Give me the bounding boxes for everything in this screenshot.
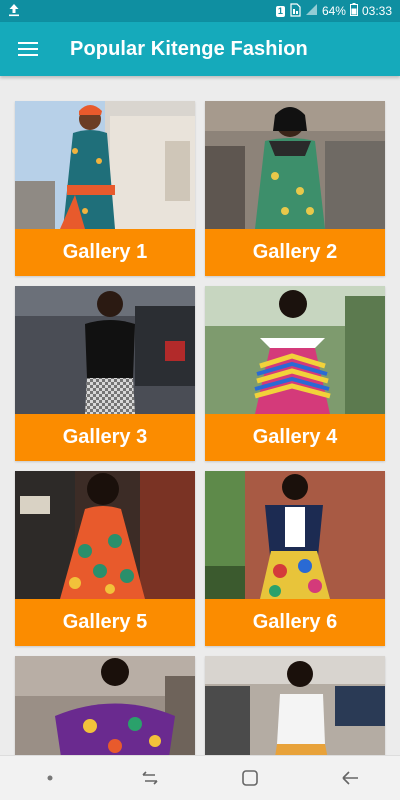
upload-icon	[8, 3, 20, 20]
battery-icon	[349, 3, 358, 19]
gallery-label: Gallery 4	[205, 414, 385, 461]
dot-icon[interactable]	[26, 758, 74, 798]
status-bar: 1 64% 03:33	[0, 0, 400, 22]
page-title: Popular Kitenge Fashion	[70, 37, 308, 60]
gallery-label: Gallery 3	[15, 414, 195, 461]
gallery-label: Gallery 6	[205, 599, 385, 646]
signal-icon	[305, 3, 318, 19]
gallery-card-5[interactable]: Gallery 5	[15, 471, 195, 646]
gallery-card-3[interactable]: Gallery 3	[15, 286, 195, 461]
gallery-label: Gallery 5	[15, 599, 195, 646]
sim-icon	[289, 2, 301, 20]
gallery-card-6[interactable]: Gallery 6	[205, 471, 385, 646]
gallery-grid: Gallery 1 Gallery 2 Gallery 3 Gallery 4 …	[0, 76, 400, 755]
app-toolbar: Popular Kitenge Fashion	[0, 22, 400, 76]
gallery-2-photo	[205, 101, 385, 229]
gallery-card-7[interactable]	[15, 656, 195, 755]
back-icon[interactable]	[326, 758, 374, 798]
recent-apps-icon[interactable]	[126, 758, 174, 798]
gallery-4-photo	[205, 286, 385, 414]
home-icon[interactable]	[226, 758, 274, 798]
gallery-card-8[interactable]	[205, 656, 385, 755]
gallery-6-photo	[205, 471, 385, 599]
gallery-7-photo	[15, 656, 195, 755]
gallery-card-1[interactable]: Gallery 1	[15, 101, 195, 276]
clock: 03:33	[361, 4, 392, 18]
battery-percent: 64%	[321, 4, 346, 18]
sim-icon: 1	[275, 5, 285, 17]
gallery-label: Gallery 1	[15, 229, 195, 276]
system-nav-bar	[0, 755, 400, 800]
gallery-1-photo	[15, 101, 195, 229]
gallery-5-photo	[15, 471, 195, 599]
gallery-8-photo	[205, 656, 385, 755]
hamburger-menu-icon[interactable]	[0, 22, 56, 76]
gallery-card-2[interactable]: Gallery 2	[205, 101, 385, 276]
gallery-3-photo	[15, 286, 195, 414]
gallery-card-4[interactable]: Gallery 4	[205, 286, 385, 461]
gallery-label: Gallery 2	[205, 229, 385, 276]
